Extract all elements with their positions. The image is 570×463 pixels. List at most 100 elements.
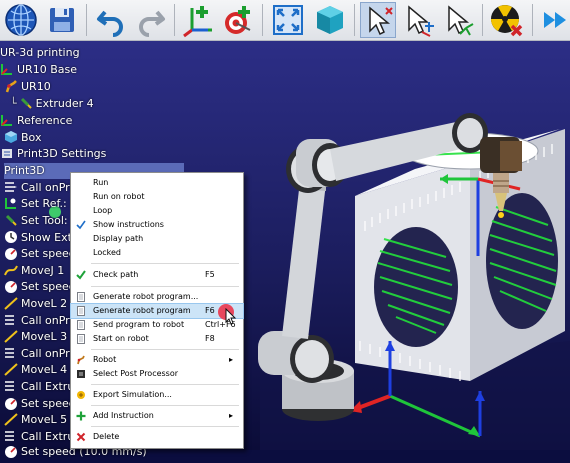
- select-move-icon[interactable]: [440, 2, 476, 38]
- menu-item-add-instruction[interactable]: Add Instruction ▸: [71, 409, 243, 423]
- menu-item-label: Send program to robot: [93, 320, 185, 329]
- menu-item-label: Loop: [93, 206, 113, 215]
- call-icon: [4, 429, 18, 443]
- box-icon: [4, 130, 18, 144]
- menu-item-label: Generate robot program: [93, 306, 191, 315]
- undo-icon[interactable]: [93, 2, 129, 38]
- doc-icon: [76, 320, 86, 330]
- tree-item-instruction[interactable]: Call onPrin: [4, 346, 80, 362]
- tree-item-instruction[interactable]: Set speed: [4, 396, 76, 412]
- tree-item-instruction[interactable]: MoveL 2: [4, 296, 67, 312]
- menu-separator: [91, 263, 239, 264]
- toolbar-separator: [262, 4, 263, 36]
- menu-item-loop[interactable]: Loop: [71, 204, 243, 218]
- plus-icon: [76, 411, 86, 421]
- tree-item-instruction[interactable]: MoveL 5: [4, 412, 67, 428]
- tool-icon: [4, 213, 18, 227]
- menu-item-start-on-robot[interactable]: Start on robot F8: [71, 332, 243, 346]
- save-icon[interactable]: [44, 2, 80, 38]
- menu-item-locked[interactable]: Locked: [71, 246, 243, 260]
- collision-icon[interactable]: [488, 2, 524, 38]
- cube-view-icon[interactable]: [312, 2, 348, 38]
- menu-item-label: Select Post Processor: [93, 369, 179, 378]
- tree-item-label: Set speed: [21, 397, 76, 410]
- globe-icon[interactable]: [3, 2, 39, 38]
- export-icon: [76, 390, 86, 400]
- tree-item-label: UR10: [21, 80, 51, 93]
- post-icon: [76, 369, 86, 379]
- ref-icon: [4, 196, 18, 210]
- fast-forward-icon[interactable]: [538, 2, 570, 38]
- menu-item-label: Run on robot: [93, 192, 145, 201]
- speed-icon: [4, 396, 18, 410]
- doc-icon: [76, 292, 86, 302]
- frame-icon: [0, 113, 14, 127]
- menu-item-robot[interactable]: Robot ▸: [71, 353, 243, 367]
- toolbar-separator: [532, 4, 533, 36]
- menu-item-run-on-robot[interactable]: Run on robot: [71, 190, 243, 204]
- frame-icon: [0, 62, 14, 76]
- tree-item-label: MoveL 5: [21, 413, 68, 426]
- menu-item-label: Check path: [93, 270, 139, 279]
- toolbar-separator: [482, 4, 483, 36]
- submenu-arrow-icon: ▸: [229, 355, 234, 364]
- movel-icon: [4, 412, 18, 426]
- tree-item-label: MoveJ 1: [21, 264, 65, 277]
- tree-item-instruction[interactable]: Call onPrin: [4, 180, 80, 196]
- menu-item-send-program[interactable]: Send program to robot Ctrl+F6: [71, 318, 243, 332]
- tree-item-instruction[interactable]: Set speed: [4, 279, 76, 295]
- show-icon: [4, 230, 18, 244]
- fit-all-icon[interactable]: [270, 2, 306, 38]
- menu-item-generate-program-dialog[interactable]: Generate robot program...: [71, 290, 243, 304]
- speed-icon: [4, 246, 18, 260]
- tree-item-label: Print3D Settings: [17, 147, 107, 160]
- add-target-icon[interactable]: [220, 2, 256, 38]
- call-icon: [4, 346, 18, 360]
- menu-item-shortcut: F6: [205, 306, 215, 315]
- cube-hole-right: [486, 193, 558, 329]
- tree-item-instruction[interactable]: MoveL 3: [4, 329, 67, 345]
- tree-item-box[interactable]: Box: [4, 130, 41, 146]
- tree-item-instruction[interactable]: Call onPrin: [4, 313, 80, 329]
- menu-item-select-post-processor[interactable]: Select Post Processor: [71, 367, 243, 381]
- menu-item-display-path[interactable]: Display path: [71, 232, 243, 246]
- tree-item-label: Extruder 4: [35, 97, 94, 110]
- select-add-icon[interactable]: [400, 2, 436, 38]
- tree-item-print-settings[interactable]: Print3D Settings: [0, 146, 106, 162]
- tree-item-instruction[interactable]: Set speed: [4, 246, 76, 262]
- tree-item-robot[interactable]: UR10: [4, 79, 51, 95]
- menu-item-label: Locked: [93, 248, 121, 257]
- menu-item-label: Display path: [93, 234, 144, 243]
- toolbar-separator: [86, 4, 87, 36]
- doc-icon: [76, 334, 86, 344]
- menu-item-label: Show instructions: [93, 220, 164, 229]
- tree-item-instruction[interactable]: MoveL 4: [4, 362, 67, 378]
- menu-item-show-instructions[interactable]: Show instructions: [71, 218, 243, 232]
- redo-icon[interactable]: [133, 2, 169, 38]
- tree-item-instruction[interactable]: MoveJ 1: [4, 263, 64, 279]
- tree-item-label: Box: [21, 131, 42, 144]
- menu-item-delete[interactable]: Delete: [71, 430, 243, 444]
- tree-item-tool[interactable]: └ Extruder 4: [10, 96, 94, 112]
- mouse-pointer-icon: [225, 308, 237, 325]
- menu-item-shortcut: F5: [205, 270, 215, 279]
- menu-separator: [91, 384, 239, 385]
- select-icon[interactable]: [360, 2, 396, 38]
- menu-separator: [91, 286, 239, 287]
- movej-icon: [4, 263, 18, 277]
- call-icon: [4, 180, 18, 194]
- menu-item-export-simulation[interactable]: Export Simulation...: [71, 388, 243, 402]
- tree-item-base[interactable]: UR10 Base: [0, 62, 77, 78]
- tree-item-reference[interactable]: Reference: [0, 113, 72, 129]
- menu-separator: [91, 405, 239, 406]
- menu-item-shortcut: F8: [205, 334, 215, 343]
- menu-item-check-path[interactable]: Check path F5: [71, 268, 243, 282]
- tree-item-label: MoveL 2: [21, 297, 68, 310]
- add-frame-icon[interactable]: [180, 2, 216, 38]
- tool-icon: [19, 96, 33, 110]
- robot-icon: [76, 355, 86, 365]
- tree-item-station[interactable]: UR-3d printing: [0, 45, 80, 61]
- movel-icon: [4, 329, 18, 343]
- menu-item-run[interactable]: Run: [71, 176, 243, 190]
- check-icon: [76, 220, 86, 230]
